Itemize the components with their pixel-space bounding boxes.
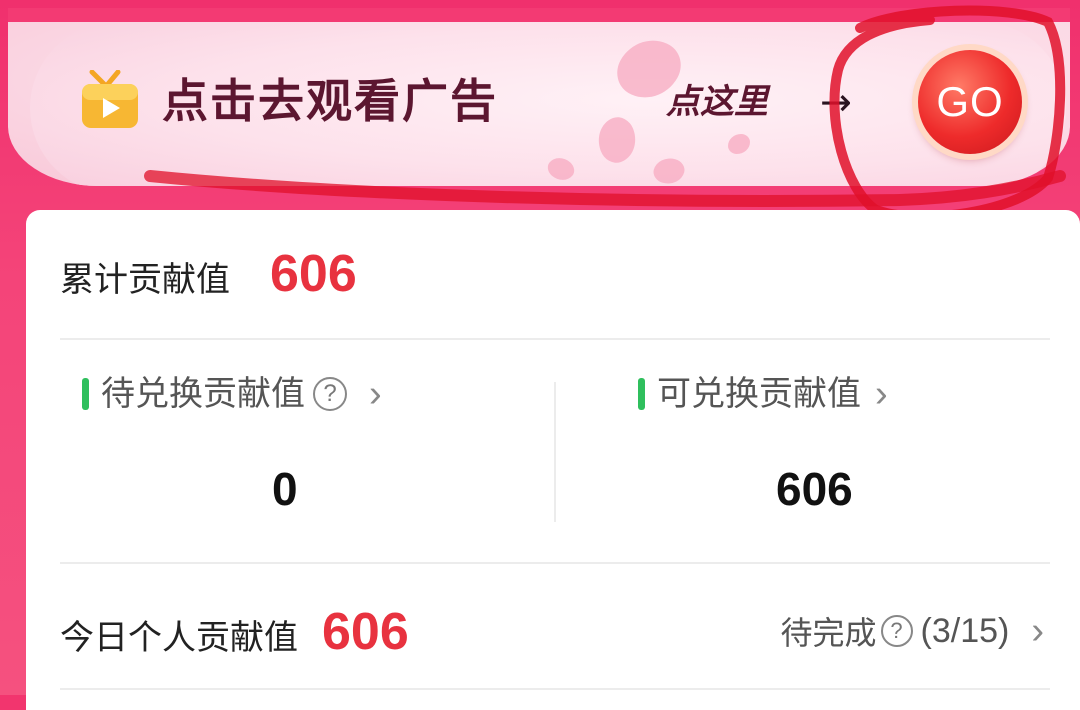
question-circle-icon[interactable]: ? <box>313 377 347 411</box>
today-contribution-label: 今日个人贡献值 <box>60 618 298 658</box>
divider <box>60 562 1050 564</box>
chevron-right-icon[interactable]: › <box>875 370 888 418</box>
go-button-label: GO <box>936 78 1004 125</box>
go-button[interactable]: GO <box>918 50 1022 154</box>
green-indicator-bar <box>638 378 645 410</box>
today-status-label: 待完成 <box>780 614 877 652</box>
divider <box>60 338 1050 340</box>
total-contribution-value: 606 <box>270 245 357 303</box>
ad-click-here-text[interactable]: 点这里 <box>666 76 768 128</box>
pending-contribution-section[interactable]: 待兑换贡献值 ? › 0 <box>82 370 542 540</box>
ad-banner-title: 点击去观看广告 <box>162 74 498 128</box>
today-progress-count: (3/15) <box>920 611 1010 650</box>
question-circle-icon[interactable]: ? <box>880 615 913 647</box>
tv-gift-icon <box>82 70 138 128</box>
banner-top-strip <box>8 8 1070 22</box>
divider <box>60 688 1050 690</box>
pending-contribution-header[interactable]: 待兑换贡献值 ? › <box>82 370 542 418</box>
total-contribution-row: 累计贡献值 606 <box>60 246 357 304</box>
arrow-right-icon: → <box>820 80 852 124</box>
today-contribution-value: 606 <box>322 603 409 661</box>
contribution-card: 累计贡献值 606 待兑换贡献值 ? › 0 可兑换贡献值 › 606 今日个人… <box>26 210 1080 710</box>
pending-contribution-value: 0 <box>272 463 298 515</box>
today-contribution-row: 今日个人贡献值 606 <box>60 604 409 662</box>
pending-contribution-label: 待兑换贡献值 <box>101 374 305 414</box>
redeemable-contribution-section[interactable]: 可兑换贡献值 › 606 <box>638 370 1058 540</box>
redeemable-contribution-value: 606 <box>776 463 853 515</box>
vertical-divider <box>554 382 556 522</box>
chevron-right-icon[interactable]: › <box>1031 610 1044 653</box>
redeemable-contribution-label: 可兑换贡献值 <box>657 374 861 414</box>
chevron-right-icon[interactable]: › <box>369 370 382 418</box>
green-indicator-bar <box>82 378 89 410</box>
total-contribution-label: 累计贡献值 <box>60 260 230 300</box>
today-task-status[interactable]: 待完成 ? (3/15) › <box>781 608 1045 654</box>
redeemable-contribution-header[interactable]: 可兑换贡献值 › <box>638 370 1058 418</box>
